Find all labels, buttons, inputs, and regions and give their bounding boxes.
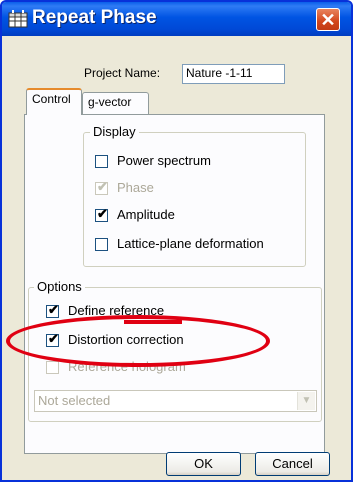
- power-spectrum-label: Power spectrum: [117, 153, 211, 168]
- close-button[interactable]: ✕: [316, 8, 340, 31]
- chevron-down-icon[interactable]: ▼: [297, 392, 315, 410]
- lattice-plane-deformation-checkbox[interactable]: [95, 238, 108, 251]
- annotation-ellipse: [6, 315, 270, 367]
- window-title: Repeat Phase: [32, 7, 157, 28]
- reference-select[interactable]: Not selected ▼: [34, 390, 317, 412]
- lattice-plane-deformation-label: Lattice-plane deformation: [117, 236, 264, 251]
- power-spectrum-checkbox[interactable]: [95, 155, 108, 168]
- reference-select-value: Not selected: [38, 393, 111, 408]
- phase-label: Phase: [117, 180, 154, 195]
- phase-checkbox[interactable]: ✔: [95, 179, 108, 195]
- checkmark-icon: ✔: [48, 302, 59, 317]
- title-bar[interactable]: Repeat Phase ✕: [2, 2, 351, 36]
- checkmark-icon: ✔: [97, 206, 108, 221]
- amplitude-checkbox[interactable]: ✔: [95, 206, 108, 222]
- tab-control[interactable]: Control: [26, 88, 82, 115]
- app-icon: [8, 10, 28, 28]
- checkmark-icon: ✔: [97, 179, 108, 194]
- ok-button[interactable]: OK: [166, 452, 241, 476]
- tab-g-vector[interactable]: g-vector: [82, 92, 149, 114]
- project-name-label: Project Name:: [84, 66, 161, 80]
- amplitude-label: Amplitude: [117, 207, 175, 222]
- cancel-button[interactable]: Cancel: [255, 452, 330, 476]
- define-reference-checkbox[interactable]: ✔: [46, 302, 59, 318]
- reference-hologram-checkbox[interactable]: [46, 361, 59, 374]
- display-group-title: Display: [90, 124, 139, 139]
- project-name-field[interactable]: Nature -1-11: [182, 64, 285, 84]
- repeat-phase-dialog: Repeat Phase ✕ Project Name: Nature -1-1…: [0, 0, 353, 482]
- options-group-title: Options: [34, 279, 85, 294]
